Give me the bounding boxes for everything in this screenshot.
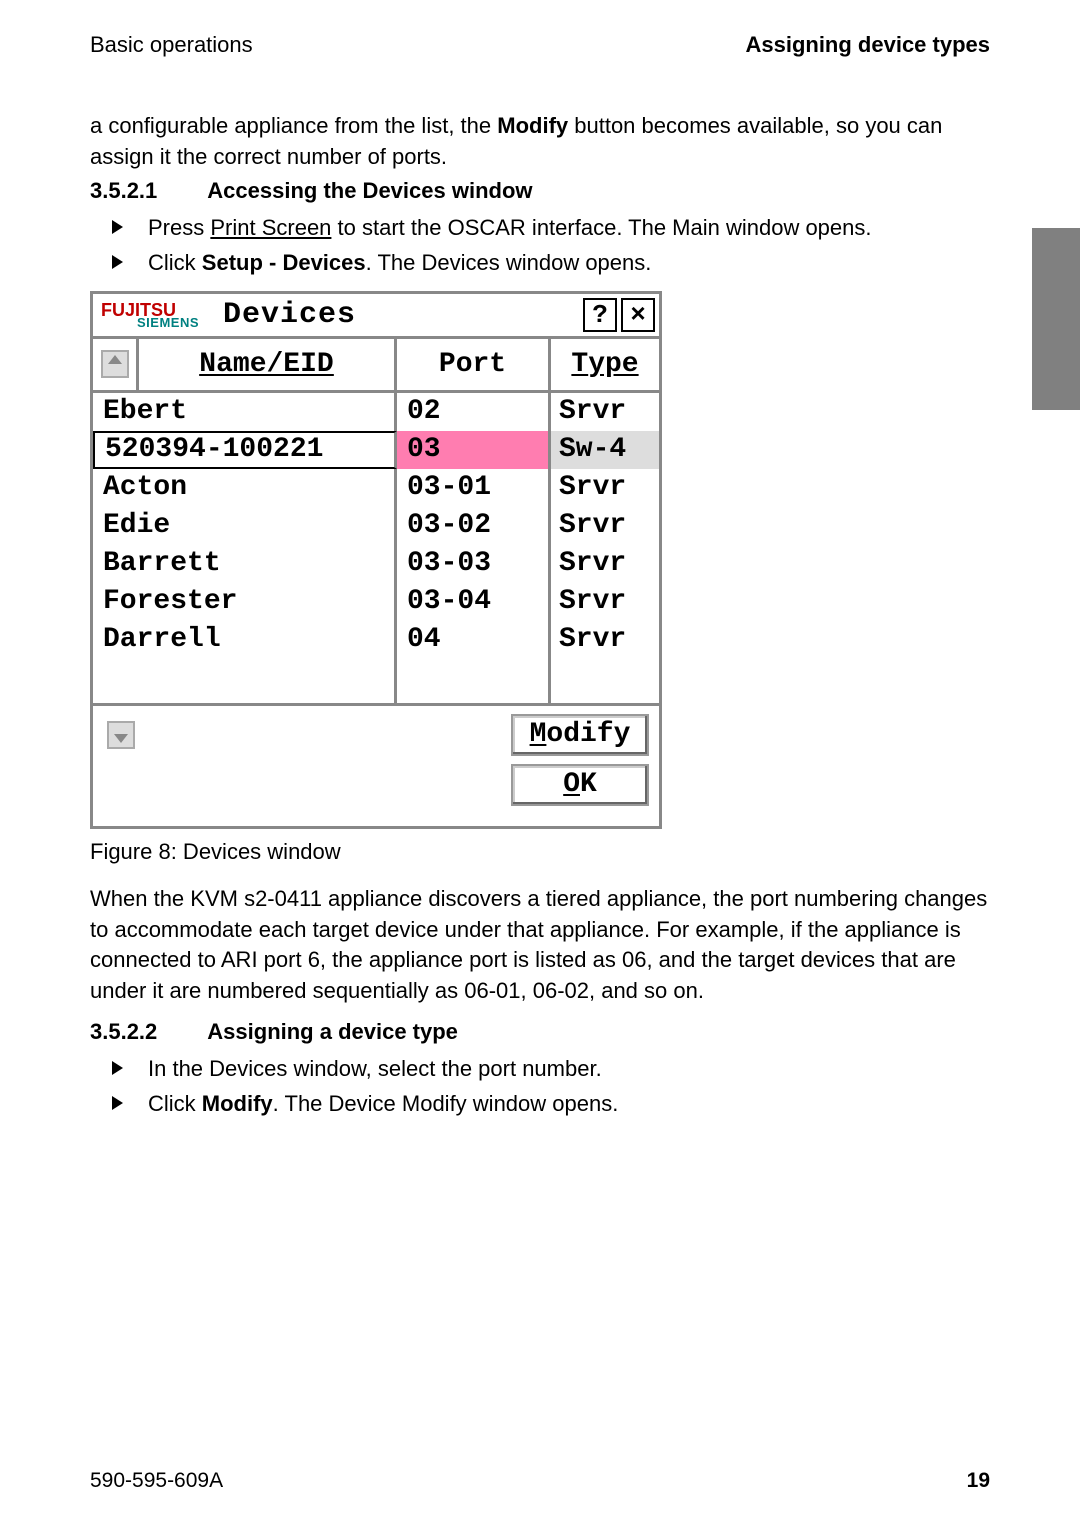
device-name-cell: Darrell: [93, 621, 397, 659]
device-port-cell: 04: [397, 621, 551, 659]
footer-docnum: 590-595-609A: [90, 1466, 223, 1495]
figure-caption: Figure 8: Devices window: [90, 837, 990, 868]
device-type-cell: Srvr: [551, 621, 659, 659]
column-header-port[interactable]: Port: [397, 339, 551, 390]
device-name-cell: Barrett: [93, 545, 397, 583]
device-port-cell: 03-01: [397, 469, 551, 507]
device-type-cell: Srvr: [551, 583, 659, 621]
empty-row: [93, 659, 659, 703]
device-port-cell: 03-04: [397, 583, 551, 621]
section-number: 3.5.2.1: [90, 176, 157, 207]
bullet-item: Press Print Screen to start the OSCAR in…: [112, 213, 990, 244]
section2-bullets: In the Devices window, select the port n…: [90, 1054, 990, 1120]
section-title: Accessing the Devices window: [207, 176, 532, 207]
column-headers: Name/EID Port Type: [93, 339, 659, 393]
help-button[interactable]: ?: [583, 298, 617, 332]
devices-window: FUJITSU SIEMENS Devices ? × Name/EID Por…: [90, 291, 662, 829]
explanatory-paragraph: When the KVM s2-0411 appliance discovers…: [90, 884, 990, 1007]
device-type-cell: Srvr: [551, 507, 659, 545]
device-name-cell: Edie: [93, 507, 397, 545]
close-button[interactable]: ×: [621, 298, 655, 332]
modify-button[interactable]: Modify: [511, 714, 649, 756]
print-screen-link: Print Screen: [210, 215, 331, 240]
ok-button[interactable]: OK: [511, 764, 649, 806]
section-3-5-2-2-heading: 3.5.2.2 Assigning a device type: [90, 1017, 990, 1048]
device-list: Ebert02Srvr520394-10022103Sw-4Acton03-01…: [93, 393, 659, 703]
button-area: Modify OK: [93, 703, 659, 826]
device-name-cell: 520394-100221: [93, 431, 397, 469]
page-header: Basic operations Assigning device types: [90, 30, 990, 61]
sort-up-button[interactable]: [93, 339, 139, 390]
device-type-cell: Srvr: [551, 393, 659, 431]
device-row[interactable]: Darrell04Srvr: [93, 621, 659, 659]
chevron-up-icon: [101, 350, 129, 378]
header-right: Assigning device types: [745, 30, 990, 61]
logo: FUJITSU SIEMENS: [93, 298, 223, 331]
device-port-cell: 03-03: [397, 545, 551, 583]
device-name-cell: Forester: [93, 583, 397, 621]
intro-paragraph: a configurable appliance from the list, …: [90, 111, 990, 173]
device-port-cell: 03-02: [397, 507, 551, 545]
device-row[interactable]: 520394-10022103Sw-4: [93, 431, 659, 469]
device-row[interactable]: Forester03-04Srvr: [93, 583, 659, 621]
device-name-cell: Acton: [93, 469, 397, 507]
window-title: Devices: [223, 294, 583, 336]
column-header-type[interactable]: Type: [551, 339, 659, 390]
section1-bullets: Press Print Screen to start the OSCAR in…: [90, 213, 990, 279]
device-row[interactable]: Acton03-01Srvr: [93, 469, 659, 507]
device-port-cell: 02: [397, 393, 551, 431]
column-header-name[interactable]: Name/EID: [139, 339, 397, 390]
sort-down-button[interactable]: [107, 721, 135, 749]
device-port-cell: 03: [397, 431, 551, 469]
device-row[interactable]: Edie03-02Srvr: [93, 507, 659, 545]
device-type-cell: Srvr: [551, 545, 659, 583]
section-number: 3.5.2.2: [90, 1017, 157, 1048]
bullet-item: In the Devices window, select the port n…: [112, 1054, 990, 1085]
section-title: Assigning a device type: [207, 1017, 458, 1048]
device-row[interactable]: Barrett03-03Srvr: [93, 545, 659, 583]
bullet-item: Click Modify. The Device Modify window o…: [112, 1089, 990, 1120]
footer-page-number: 19: [967, 1466, 990, 1495]
device-type-cell: Srvr: [551, 469, 659, 507]
device-type-cell: Sw-4: [551, 431, 659, 469]
device-row[interactable]: Ebert02Srvr: [93, 393, 659, 431]
page-footer: 590-595-609A 19: [90, 1466, 990, 1495]
title-bar: FUJITSU SIEMENS Devices ? ×: [93, 294, 659, 339]
device-name-cell: Ebert: [93, 393, 397, 431]
bullet-item: Click Setup - Devices. The Devices windo…: [112, 248, 990, 279]
side-tab: [1032, 228, 1080, 410]
section-3-5-2-1-heading: 3.5.2.1 Accessing the Devices window: [90, 176, 990, 207]
header-left: Basic operations: [90, 30, 253, 61]
